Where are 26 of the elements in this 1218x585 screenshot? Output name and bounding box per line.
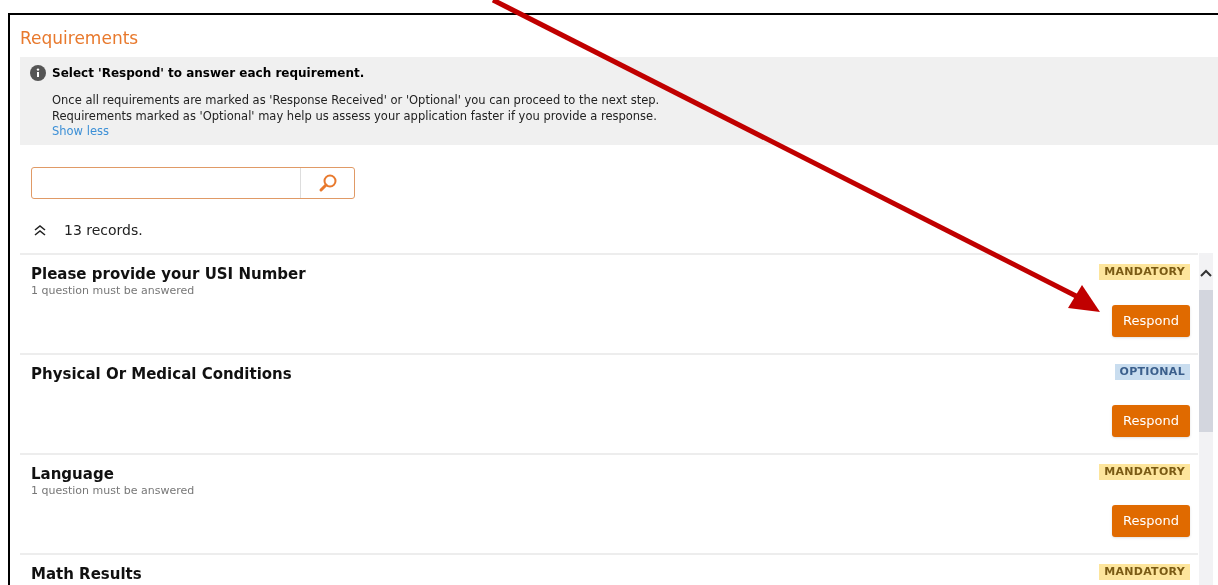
search-icon[interactable]	[317, 173, 338, 193]
info-icon	[30, 65, 46, 81]
info-text: Once all requirements are marked as 'Response Received' or 'Optional' you can proceed to the next step.	[52, 92, 660, 108]
respond-button[interactable]: Respond	[1112, 305, 1190, 337]
requirement-title: Physical Or Medical Conditions	[31, 364, 292, 384]
requirement-title: Math Results	[31, 564, 142, 584]
panel-title: Requirements	[20, 27, 139, 49]
collapse-icon[interactable]	[33, 223, 47, 237]
search-field[interactable]	[31, 167, 355, 199]
scroll-up-icon[interactable]	[1200, 269, 1212, 277]
scrollbar[interactable]	[1199, 253, 1213, 585]
status-badge: MANDATORY	[1099, 464, 1190, 480]
requirement-title: Language	[31, 464, 114, 484]
requirement-subtitle: 1 question must be answered	[31, 284, 195, 298]
scrollbar-thumb[interactable]	[1199, 290, 1213, 432]
requirement-subtitle: 1 question must be answered	[31, 484, 195, 498]
requirement-title: Please provide your USI Number	[31, 264, 306, 284]
respond-button[interactable]: Respond	[1112, 405, 1190, 437]
record-count: 13 records.	[64, 220, 143, 240]
status-badge: OPTIONAL	[1114, 364, 1190, 380]
status-badge: MANDATORY	[1099, 264, 1190, 280]
respond-button[interactable]: Respond	[1112, 505, 1190, 537]
info-heading: Select 'Respond' to answer each requirement.	[52, 65, 365, 82]
info-text: Requirements marked as 'Optional' may help us assess your application faster if you provide a response.	[52, 108, 657, 124]
status-badge: MANDATORY	[1099, 564, 1190, 580]
show-less-link[interactable]: Show less	[52, 124, 109, 139]
